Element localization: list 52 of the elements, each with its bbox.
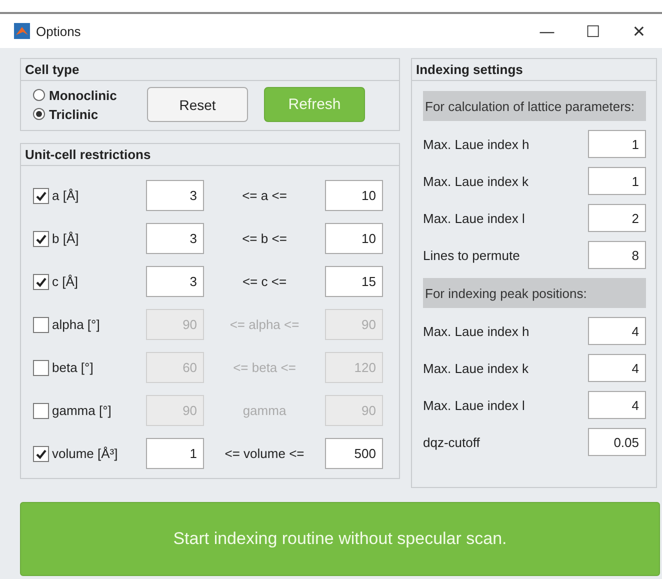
reset-button[interactable]: Reset — [147, 87, 248, 122]
input-field[interactable]: 0.05 — [588, 428, 646, 456]
checkbox[interactable]: a [Å] — [33, 188, 146, 204]
relation-label: <= volume <= — [224, 446, 306, 461]
checkmark-icon — [35, 448, 47, 460]
field-label: Max. Laue index h — [423, 136, 530, 152]
min-field[interactable]: 3 — [146, 223, 204, 254]
min-field[interactable]: 1 — [146, 438, 204, 469]
field-label: Max. Laue index h — [423, 324, 530, 338]
field-label: Max. Laue index l — [423, 398, 525, 412]
checkmark-icon — [35, 232, 47, 244]
input-field[interactable]: 4 — [588, 391, 646, 419]
radio-option[interactable]: Triclinic — [33, 106, 147, 122]
checkbox[interactable]: b [Å] — [33, 230, 146, 246]
input-field[interactable]: 4 — [588, 354, 646, 382]
panel-title: Cell type — [21, 59, 399, 81]
window-title: Options — [36, 24, 81, 38]
section-heading: For calculation of lattice parameters: — [423, 91, 646, 121]
relation-label: <= c <= — [241, 274, 288, 289]
field-label: Max. Laue index l — [423, 210, 525, 226]
field-label: Lines to permute — [423, 248, 520, 262]
input-field[interactable]: 4 — [588, 317, 646, 345]
relation-label: <= alpha <= — [228, 317, 300, 332]
section-heading: For indexing peak positions: — [423, 278, 646, 308]
relation-label: gamma — [242, 403, 288, 418]
max-field[interactable]: 15 — [325, 266, 383, 297]
maximize-button[interactable]: ☐ — [570, 14, 616, 48]
relation-label: <= b <= — [241, 231, 288, 246]
min-field[interactable]: 3 — [146, 180, 204, 211]
min-field[interactable]: 3 — [146, 266, 204, 297]
radio-option[interactable]: Monoclinic — [33, 88, 147, 102]
field-label: Max. Laue index k — [423, 360, 529, 376]
panel-title: Unit-cell restrictions — [21, 144, 399, 166]
relation-label: <= beta <= — [232, 360, 297, 375]
input-field[interactable]: 1 — [588, 167, 646, 195]
field-label: dqz-cutoff — [423, 434, 480, 450]
app-logo-icon — [14, 23, 30, 39]
input-field[interactable]: 8 — [588, 241, 646, 269]
panel-title: Indexing settings — [412, 59, 656, 81]
close-button[interactable]: ✕ — [616, 14, 662, 48]
max-field[interactable]: 500 — [325, 438, 383, 469]
relation-label: <= a <= — [241, 188, 288, 203]
input-field[interactable]: 1 — [588, 130, 646, 158]
minimize-button[interactable]: — — [524, 14, 570, 48]
max-field[interactable]: 10 — [325, 223, 383, 254]
input-field[interactable]: 2 — [588, 204, 646, 232]
checkbox[interactable]: c [Å] — [33, 274, 146, 290]
checkmark-icon — [35, 190, 47, 202]
checkmark-icon — [35, 276, 47, 288]
max-field[interactable]: 10 — [325, 180, 383, 211]
checkbox[interactable]: volume [Å³] — [33, 446, 146, 462]
field-label: Max. Laue index k — [423, 174, 529, 188]
